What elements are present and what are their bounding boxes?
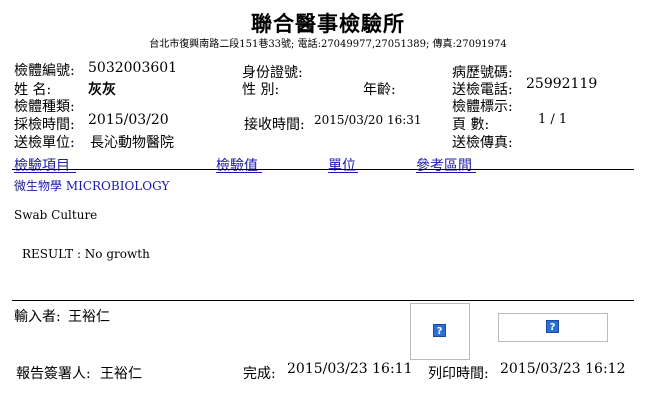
print-time: 2015/03/23 16:12 <box>500 361 626 377</box>
sender-label: 送檢單位: <box>14 135 75 151</box>
receive-time: 2015/03/20 16:31 <box>314 113 422 127</box>
fax-label: 送檢傳真: <box>452 135 513 151</box>
col-header-underline <box>216 172 262 173</box>
collect-time: 2015/03/20 <box>88 112 169 128</box>
lab-title: 聯合醫事檢驗所 <box>251 11 405 36</box>
specimen-type-label: 檢體種類: <box>14 99 75 115</box>
footer-divider <box>12 300 634 301</box>
stamp-image-box: ? <box>498 313 608 342</box>
entered-by: 王裕仁 <box>68 309 110 325</box>
col-header-underline <box>328 172 358 173</box>
header-divider <box>12 169 634 170</box>
page-number: 1 / 1 <box>538 112 568 127</box>
lab-address: 台北市復興南路二段151巷33號; 電話:27049977,27051389; … <box>149 39 507 50</box>
phone: 25992119 <box>526 76 598 92</box>
complete-label: 完成: <box>243 366 276 382</box>
col-header-underline <box>14 172 76 173</box>
specimen-no: 5032003601 <box>88 60 178 76</box>
specimen-no-label: 檢體編號: <box>14 63 75 79</box>
specimen-tag-label: 檢體標示: <box>452 99 513 115</box>
broken-image-icon: ? <box>546 320 559 333</box>
print-label: 列印時間: <box>428 366 489 382</box>
page-label: 頁 數: <box>452 117 490 133</box>
entered-by-label: 輸入者: <box>14 309 61 325</box>
signer: 王裕仁 <box>100 366 142 382</box>
test-name: Swab Culture <box>14 208 98 222</box>
receive-time-label: 接收時間: <box>244 117 305 133</box>
collect-time-label: 採檢時間: <box>14 117 75 133</box>
test-result: RESULT : No growth <box>22 247 150 261</box>
signature-image-box: ? <box>410 303 470 360</box>
section-title: 微生物學 MICROBIOLOGY <box>14 179 170 193</box>
col-header-underline <box>416 172 476 173</box>
signer-label: 報告簽署人: <box>16 366 91 382</box>
complete-time: 2015/03/23 16:11 <box>287 361 413 377</box>
sender: 長沁動物醫院 <box>90 135 174 151</box>
broken-image-icon: ? <box>433 324 446 337</box>
sex-label: 性 別: <box>242 82 280 98</box>
patient-name: 灰灰 <box>88 82 116 98</box>
age-label: 年齡: <box>363 82 396 98</box>
